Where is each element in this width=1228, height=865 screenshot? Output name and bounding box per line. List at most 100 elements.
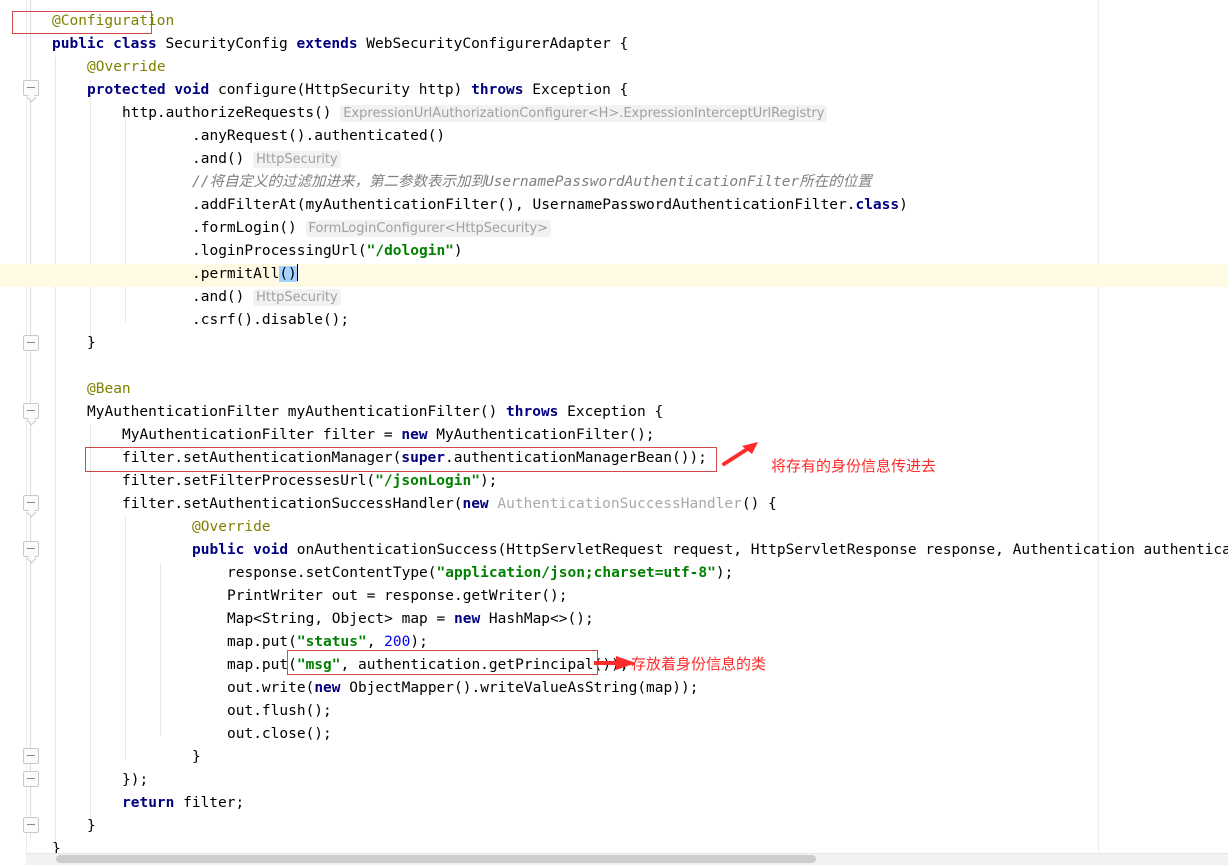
code-line[interactable]: filter.setAuthenticationManager(super.au…: [0, 447, 1228, 470]
code-line[interactable]: MyAuthenticationFilter filter = new MyAu…: [0, 424, 1228, 447]
code-line[interactable]: [0, 355, 1228, 378]
code-token: Map<String, Object> map =: [227, 611, 454, 627]
code-line[interactable]: @Bean: [0, 378, 1228, 401]
code-line[interactable]: .addFilterAt(myAuthenticationFilter(), U…: [0, 194, 1228, 217]
code-token: .and(): [192, 289, 253, 305]
code-token-kw: protected: [87, 82, 166, 98]
code-line[interactable]: protected void configure(HttpSecurity ht…: [0, 79, 1228, 102]
code-line[interactable]: //将自定义的过滤加进来，第二参数表示加到UsernamePasswordAut…: [0, 171, 1228, 194]
code-line[interactable]: }: [0, 332, 1228, 355]
code-line[interactable]: .formLogin() FormLoginConfigurer<HttpSec…: [0, 217, 1228, 240]
get-principal-arrow: [594, 655, 636, 674]
code-token-kw: class: [855, 197, 899, 213]
code-token-kw: new: [462, 496, 488, 512]
code-token: .anyRequest().authenticated(): [192, 128, 445, 144]
code-token: .addFilterAt(myAuthenticationFilter(), U…: [192, 197, 855, 213]
code-line[interactable]: @Override: [0, 56, 1228, 79]
code-token-hint: HttpSecurity: [253, 151, 341, 168]
code-token: ): [899, 197, 908, 213]
code-line[interactable]: MyAuthenticationFilter myAuthenticationF…: [0, 401, 1228, 424]
code-token: onAuthenticationSuccess(HttpServletReque…: [288, 542, 1228, 558]
code-line[interactable]: .and() HttpSecurity: [0, 148, 1228, 171]
code-token-grey: AuthenticationSuccessHandler: [497, 496, 741, 512]
code-token-kw: return: [122, 795, 174, 811]
code-token-kw: throws: [471, 82, 523, 98]
code-line[interactable]: public class SecurityConfig extends WebS…: [0, 33, 1228, 56]
code-token: http.authorizeRequests(): [122, 105, 340, 121]
code-token-anno: @Bean: [87, 381, 131, 397]
code-token: );: [716, 565, 733, 581]
code-token: WebSecurityConfigurerAdapter {: [358, 36, 629, 52]
code-token-kw: throws: [506, 404, 558, 420]
set-authentication-manager-note: 将存有的身份信息传进去: [771, 455, 936, 476]
code-token: .csrf().disable();: [192, 312, 349, 328]
code-token: }: [87, 818, 96, 834]
code-line[interactable]: response.setContentType("application/jso…: [0, 562, 1228, 585]
code-token: ObjectMapper().writeValueAsString(map));: [341, 680, 699, 696]
code-token-kw: void: [253, 542, 288, 558]
code-token: [104, 36, 113, 52]
code-line[interactable]: http.authorizeRequests() ExpressionUrlAu…: [0, 102, 1228, 125]
code-token-kw: public: [192, 542, 244, 558]
code-token: configure(HttpSecurity http): [209, 82, 471, 98]
code-token: Exception {: [524, 82, 629, 98]
code-editor[interactable]: @Configurationpublic class SecurityConfi…: [0, 0, 1228, 865]
code-token: });: [122, 772, 148, 788]
code-line[interactable]: out.close();: [0, 723, 1228, 746]
code-token: );: [410, 634, 427, 650]
code-token-hint: ExpressionUrlAuthorizationConfigurer<H>.…: [340, 105, 827, 122]
code-token: ,: [367, 634, 384, 650]
code-line[interactable]: map.put("status", 200);: [0, 631, 1228, 654]
code-token: out.write(: [227, 680, 314, 696]
code-token-kw: void: [174, 82, 209, 98]
code-line[interactable]: return filter;: [0, 792, 1228, 815]
code-token: Exception {: [558, 404, 663, 420]
horizontal-scrollbar-track[interactable]: [26, 853, 1228, 865]
code-line[interactable]: });: [0, 769, 1228, 792]
code-text-area[interactable]: @Configurationpublic class SecurityConfi…: [0, 0, 1228, 865]
code-token: SecurityConfig: [157, 36, 297, 52]
code-token-str: "application/json;charset=utf-8": [437, 565, 716, 581]
code-line[interactable]: @Configuration: [0, 10, 1228, 33]
code-token: PrintWriter out = response.getWriter();: [227, 588, 567, 604]
code-line[interactable]: }: [0, 746, 1228, 769]
code-token: filter.setAuthenticationManager(: [122, 450, 401, 466]
code-line[interactable]: Map<String, Object> map = new HashMap<>(…: [0, 608, 1228, 631]
code-line[interactable]: .permitAll(): [0, 263, 1228, 286]
code-token: map.put(: [227, 634, 297, 650]
code-token-kw: extends: [296, 36, 357, 52]
code-token: );: [480, 473, 497, 489]
code-token-kw: new: [401, 427, 427, 443]
code-line[interactable]: out.flush();: [0, 700, 1228, 723]
code-token-str: "status": [297, 634, 367, 650]
code-token: .loginProcessingUrl(: [192, 243, 367, 259]
code-line[interactable]: .anyRequest().authenticated(): [0, 125, 1228, 148]
code-line[interactable]: filter.setAuthenticationSuccessHandler(n…: [0, 493, 1228, 516]
code-token: filter;: [174, 795, 244, 811]
code-line[interactable]: .and() HttpSecurity: [0, 286, 1228, 309]
code-token: [244, 542, 253, 558]
code-token: .authenticationManagerBean());: [445, 450, 707, 466]
code-line[interactable]: out.write(new ObjectMapper().writeValueA…: [0, 677, 1228, 700]
code-token-hint: FormLoginConfigurer<HttpSecurity>: [306, 220, 552, 237]
code-line[interactable]: .loginProcessingUrl("/dologin"): [0, 240, 1228, 263]
code-line[interactable]: @Override: [0, 516, 1228, 539]
code-token-kw: super: [401, 450, 445, 466]
code-token: [166, 82, 175, 98]
code-line[interactable]: PrintWriter out = response.getWriter();: [0, 585, 1228, 608]
code-token: MyAuthenticationFilter filter =: [122, 427, 401, 443]
code-token: HashMap<>();: [480, 611, 594, 627]
code-line[interactable]: }: [0, 815, 1228, 838]
code-token-cmt: //将自定义的过滤加进来，第二参数表示加到UsernamePasswordAut…: [192, 174, 872, 190]
code-token: .and(): [192, 151, 253, 167]
code-token-str: "/jsonLogin": [375, 473, 480, 489]
code-line[interactable]: public void onAuthenticationSuccess(Http…: [0, 539, 1228, 562]
code-line[interactable]: filter.setFilterProcessesUrl("/jsonLogin…: [0, 470, 1228, 493]
code-token: () {: [742, 496, 777, 512]
code-token: MyAuthenticationFilter myAuthenticationF…: [87, 404, 506, 420]
code-token-kw: class: [113, 36, 157, 52]
code-token: filter.setAuthenticationSuccessHandler(: [122, 496, 462, 512]
code-line[interactable]: .csrf().disable();: [0, 309, 1228, 332]
horizontal-scrollbar-thumb[interactable]: [56, 855, 816, 863]
code-token: }: [192, 749, 201, 765]
